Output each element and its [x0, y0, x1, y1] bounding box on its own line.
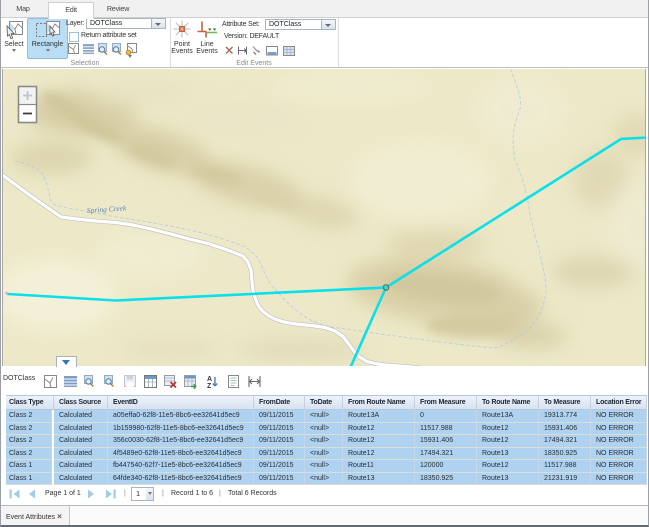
svg-text:Z: Z: [207, 383, 212, 390]
svg-text:A: A: [207, 376, 212, 383]
